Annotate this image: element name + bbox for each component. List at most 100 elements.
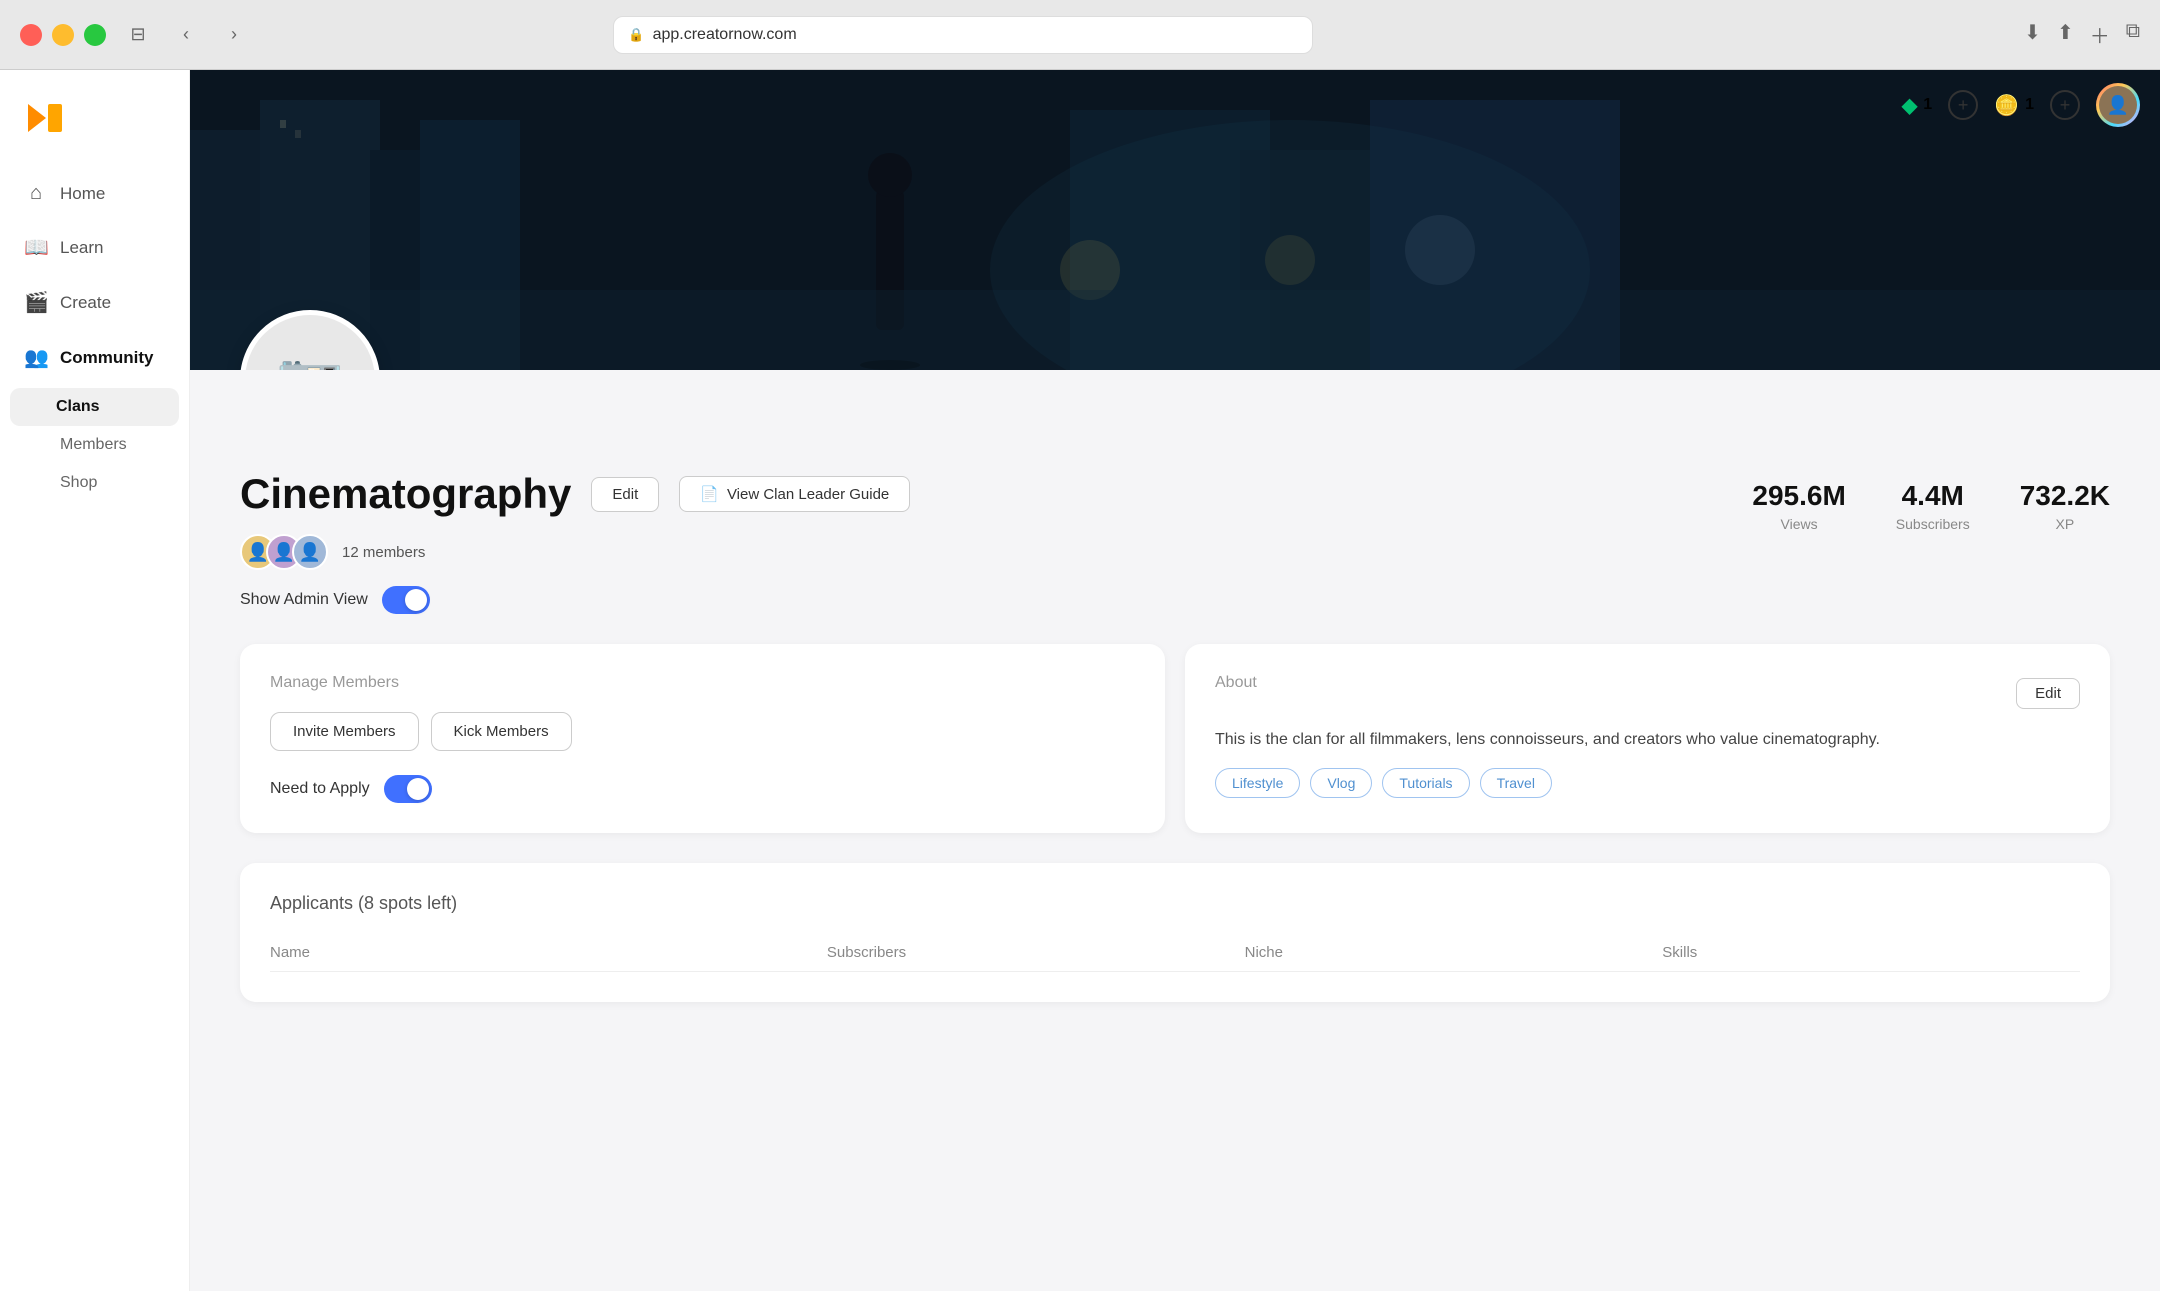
members-count: 12 members bbox=[342, 544, 425, 561]
download-icon[interactable]: ⬇ bbox=[2024, 20, 2041, 49]
close-button[interactable] bbox=[20, 24, 42, 46]
traffic-lights bbox=[20, 24, 106, 46]
table-header: Name Subscribers Niche Skills bbox=[270, 934, 2080, 972]
edit-clan-button[interactable]: Edit bbox=[591, 477, 659, 512]
clan-avatar-wrapper: 📷 bbox=[240, 310, 380, 370]
guide-button[interactable]: 📄 View Clan Leader Guide bbox=[679, 476, 910, 512]
need-to-apply-row: Need to Apply bbox=[270, 775, 1135, 803]
kick-members-button[interactable]: Kick Members bbox=[431, 712, 572, 751]
home-icon: ⌂ bbox=[24, 182, 48, 205]
applicants-title: Applicants (8 spots left) bbox=[270, 893, 2080, 914]
logo-icon bbox=[24, 100, 64, 144]
minimize-button[interactable] bbox=[52, 24, 74, 46]
coin-icon: 🪙 bbox=[1994, 93, 2019, 118]
admin-view-label: Show Admin View bbox=[240, 591, 368, 609]
sidebar-item-home[interactable]: ⌂ Home bbox=[0, 168, 189, 219]
community-label: Community bbox=[60, 348, 154, 368]
views-label: Views bbox=[1752, 516, 1845, 532]
address-bar[interactable]: 🔒 app.creatornow.com bbox=[613, 16, 1313, 54]
sidebar-item-community[interactable]: 👥 Community bbox=[0, 331, 189, 384]
clan-avatar: 📷 bbox=[240, 310, 380, 370]
lock-icon: 🔒 bbox=[628, 27, 644, 43]
manage-members-title: Manage Members bbox=[270, 674, 1135, 692]
url-text: app.creatornow.com bbox=[653, 26, 797, 44]
member-avatar-3: 👤 bbox=[292, 534, 328, 570]
app-header: ◆ 1 + 🪙 1 + 👤 bbox=[1902, 70, 2140, 140]
members-row: 👤 👤 👤 12 members bbox=[240, 534, 2110, 570]
shop-label: Shop bbox=[60, 474, 97, 491]
tag-travel[interactable]: Travel bbox=[1480, 768, 1552, 798]
clan-banner: 📷 bbox=[190, 70, 2160, 370]
sidebar-item-clans[interactable]: Clans bbox=[10, 388, 179, 426]
member-avatars: 👤 👤 👤 bbox=[240, 534, 318, 570]
col-niche: Niche bbox=[1245, 944, 1663, 961]
stat-xp: 732.2K XP bbox=[2020, 480, 2110, 532]
gem-count: 1 bbox=[1923, 96, 1932, 114]
applicants-card: Applicants (8 spots left) Name Subscribe… bbox=[240, 863, 2110, 1002]
browser-chrome: ⊟ ‹ › 🔒 app.creatornow.com ⬇ ⬆ ＋ ⧉ bbox=[0, 0, 2160, 70]
manage-members-card: Manage Members Invite Members Kick Membe… bbox=[240, 644, 1165, 833]
back-button[interactable]: ‹ bbox=[170, 19, 202, 51]
app-layout: ⌂ Home 📖 Learn 🎬 Create 👥 Community Clan… bbox=[0, 70, 2160, 1291]
create-label: Create bbox=[60, 293, 111, 313]
learn-icon: 📖 bbox=[24, 235, 48, 260]
tag-vlog[interactable]: Vlog bbox=[1310, 768, 1372, 798]
add-gem-button[interactable]: + bbox=[1948, 90, 1978, 120]
gem-icon: ◆ bbox=[1902, 93, 1917, 118]
about-card: About Edit This is the clan for all film… bbox=[1185, 644, 2110, 833]
tag-lifestyle[interactable]: Lifestyle bbox=[1215, 768, 1300, 798]
xp-value: 732.2K bbox=[2020, 480, 2110, 512]
community-icon: 👥 bbox=[24, 345, 48, 370]
guide-label: View Clan Leader Guide bbox=[727, 486, 889, 503]
manage-buttons: Invite Members Kick Members bbox=[270, 712, 1135, 751]
about-header: About Edit bbox=[1215, 674, 2080, 712]
forward-button[interactable]: › bbox=[218, 19, 250, 51]
sidebar-sub-community: Clans Members Shop bbox=[0, 388, 189, 502]
clans-label: Clans bbox=[56, 398, 100, 415]
share-icon[interactable]: ⬆ bbox=[2057, 20, 2074, 49]
need-apply-label: Need to Apply bbox=[270, 780, 370, 798]
stat-views: 295.6M Views bbox=[1752, 480, 1845, 532]
sidebar-toggle-button[interactable]: ⊟ bbox=[122, 19, 154, 51]
about-description: This is the clan for all filmmakers, len… bbox=[1215, 728, 2080, 752]
fullscreen-button[interactable] bbox=[84, 24, 106, 46]
invite-members-button[interactable]: Invite Members bbox=[270, 712, 419, 751]
sidebar: ⌂ Home 📖 Learn 🎬 Create 👥 Community Clan… bbox=[0, 70, 190, 1291]
clan-stats: 295.6M Views 4.4M Subscribers 732.2K XP bbox=[1752, 480, 2110, 532]
about-edit-button[interactable]: Edit bbox=[2016, 678, 2080, 709]
sidebar-item-create[interactable]: 🎬 Create bbox=[0, 276, 189, 329]
toggle-knob bbox=[405, 589, 427, 611]
sidebar-item-learn[interactable]: 📖 Learn bbox=[0, 221, 189, 274]
col-name: Name bbox=[270, 944, 827, 961]
tag-tutorials[interactable]: Tutorials bbox=[1382, 768, 1469, 798]
applicants-section: Applicants (8 spots left) Name Subscribe… bbox=[190, 863, 2160, 1032]
new-tab-icon[interactable]: ＋ bbox=[2090, 20, 2110, 49]
need-to-apply-toggle[interactable] bbox=[384, 775, 432, 803]
gem-badge: ◆ 1 bbox=[1902, 93, 1932, 118]
stat-subscribers: 4.4M Subscribers bbox=[1896, 480, 1970, 532]
camera-emoji: 📷 bbox=[276, 348, 344, 371]
clan-name: Cinematography bbox=[240, 470, 571, 518]
sidebar-item-members[interactable]: Members bbox=[0, 426, 189, 464]
admin-view-row: Show Admin View bbox=[240, 586, 2110, 614]
need-apply-toggle-knob bbox=[407, 778, 429, 800]
subscribers-label: Subscribers bbox=[1896, 516, 1970, 532]
sidebar-logo bbox=[0, 90, 189, 168]
col-subscribers: Subscribers bbox=[827, 944, 1245, 961]
col-skills: Skills bbox=[1662, 944, 2080, 961]
user-avatar[interactable]: 👤 bbox=[2096, 83, 2140, 127]
sidebar-navigation: ⌂ Home 📖 Learn 🎬 Create 👥 Community Clan… bbox=[0, 168, 189, 502]
home-label: Home bbox=[60, 184, 105, 204]
about-title: About bbox=[1215, 674, 1257, 692]
admin-view-toggle[interactable] bbox=[382, 586, 430, 614]
add-coin-button[interactable]: + bbox=[2050, 90, 2080, 120]
tabs-icon[interactable]: ⧉ bbox=[2126, 20, 2140, 49]
subscribers-value: 4.4M bbox=[1896, 480, 1970, 512]
clan-page: 📷 295.6M Views 4.4M Subscribers bbox=[190, 70, 2160, 1032]
clan-info-section: 295.6M Views 4.4M Subscribers 732.2K XP … bbox=[190, 370, 2160, 614]
xp-label: XP bbox=[2020, 516, 2110, 532]
guide-icon: 📄 bbox=[700, 485, 719, 503]
cards-section: Manage Members Invite Members Kick Membe… bbox=[190, 644, 2160, 863]
sidebar-item-shop[interactable]: Shop bbox=[0, 464, 189, 502]
views-value: 295.6M bbox=[1752, 480, 1845, 512]
